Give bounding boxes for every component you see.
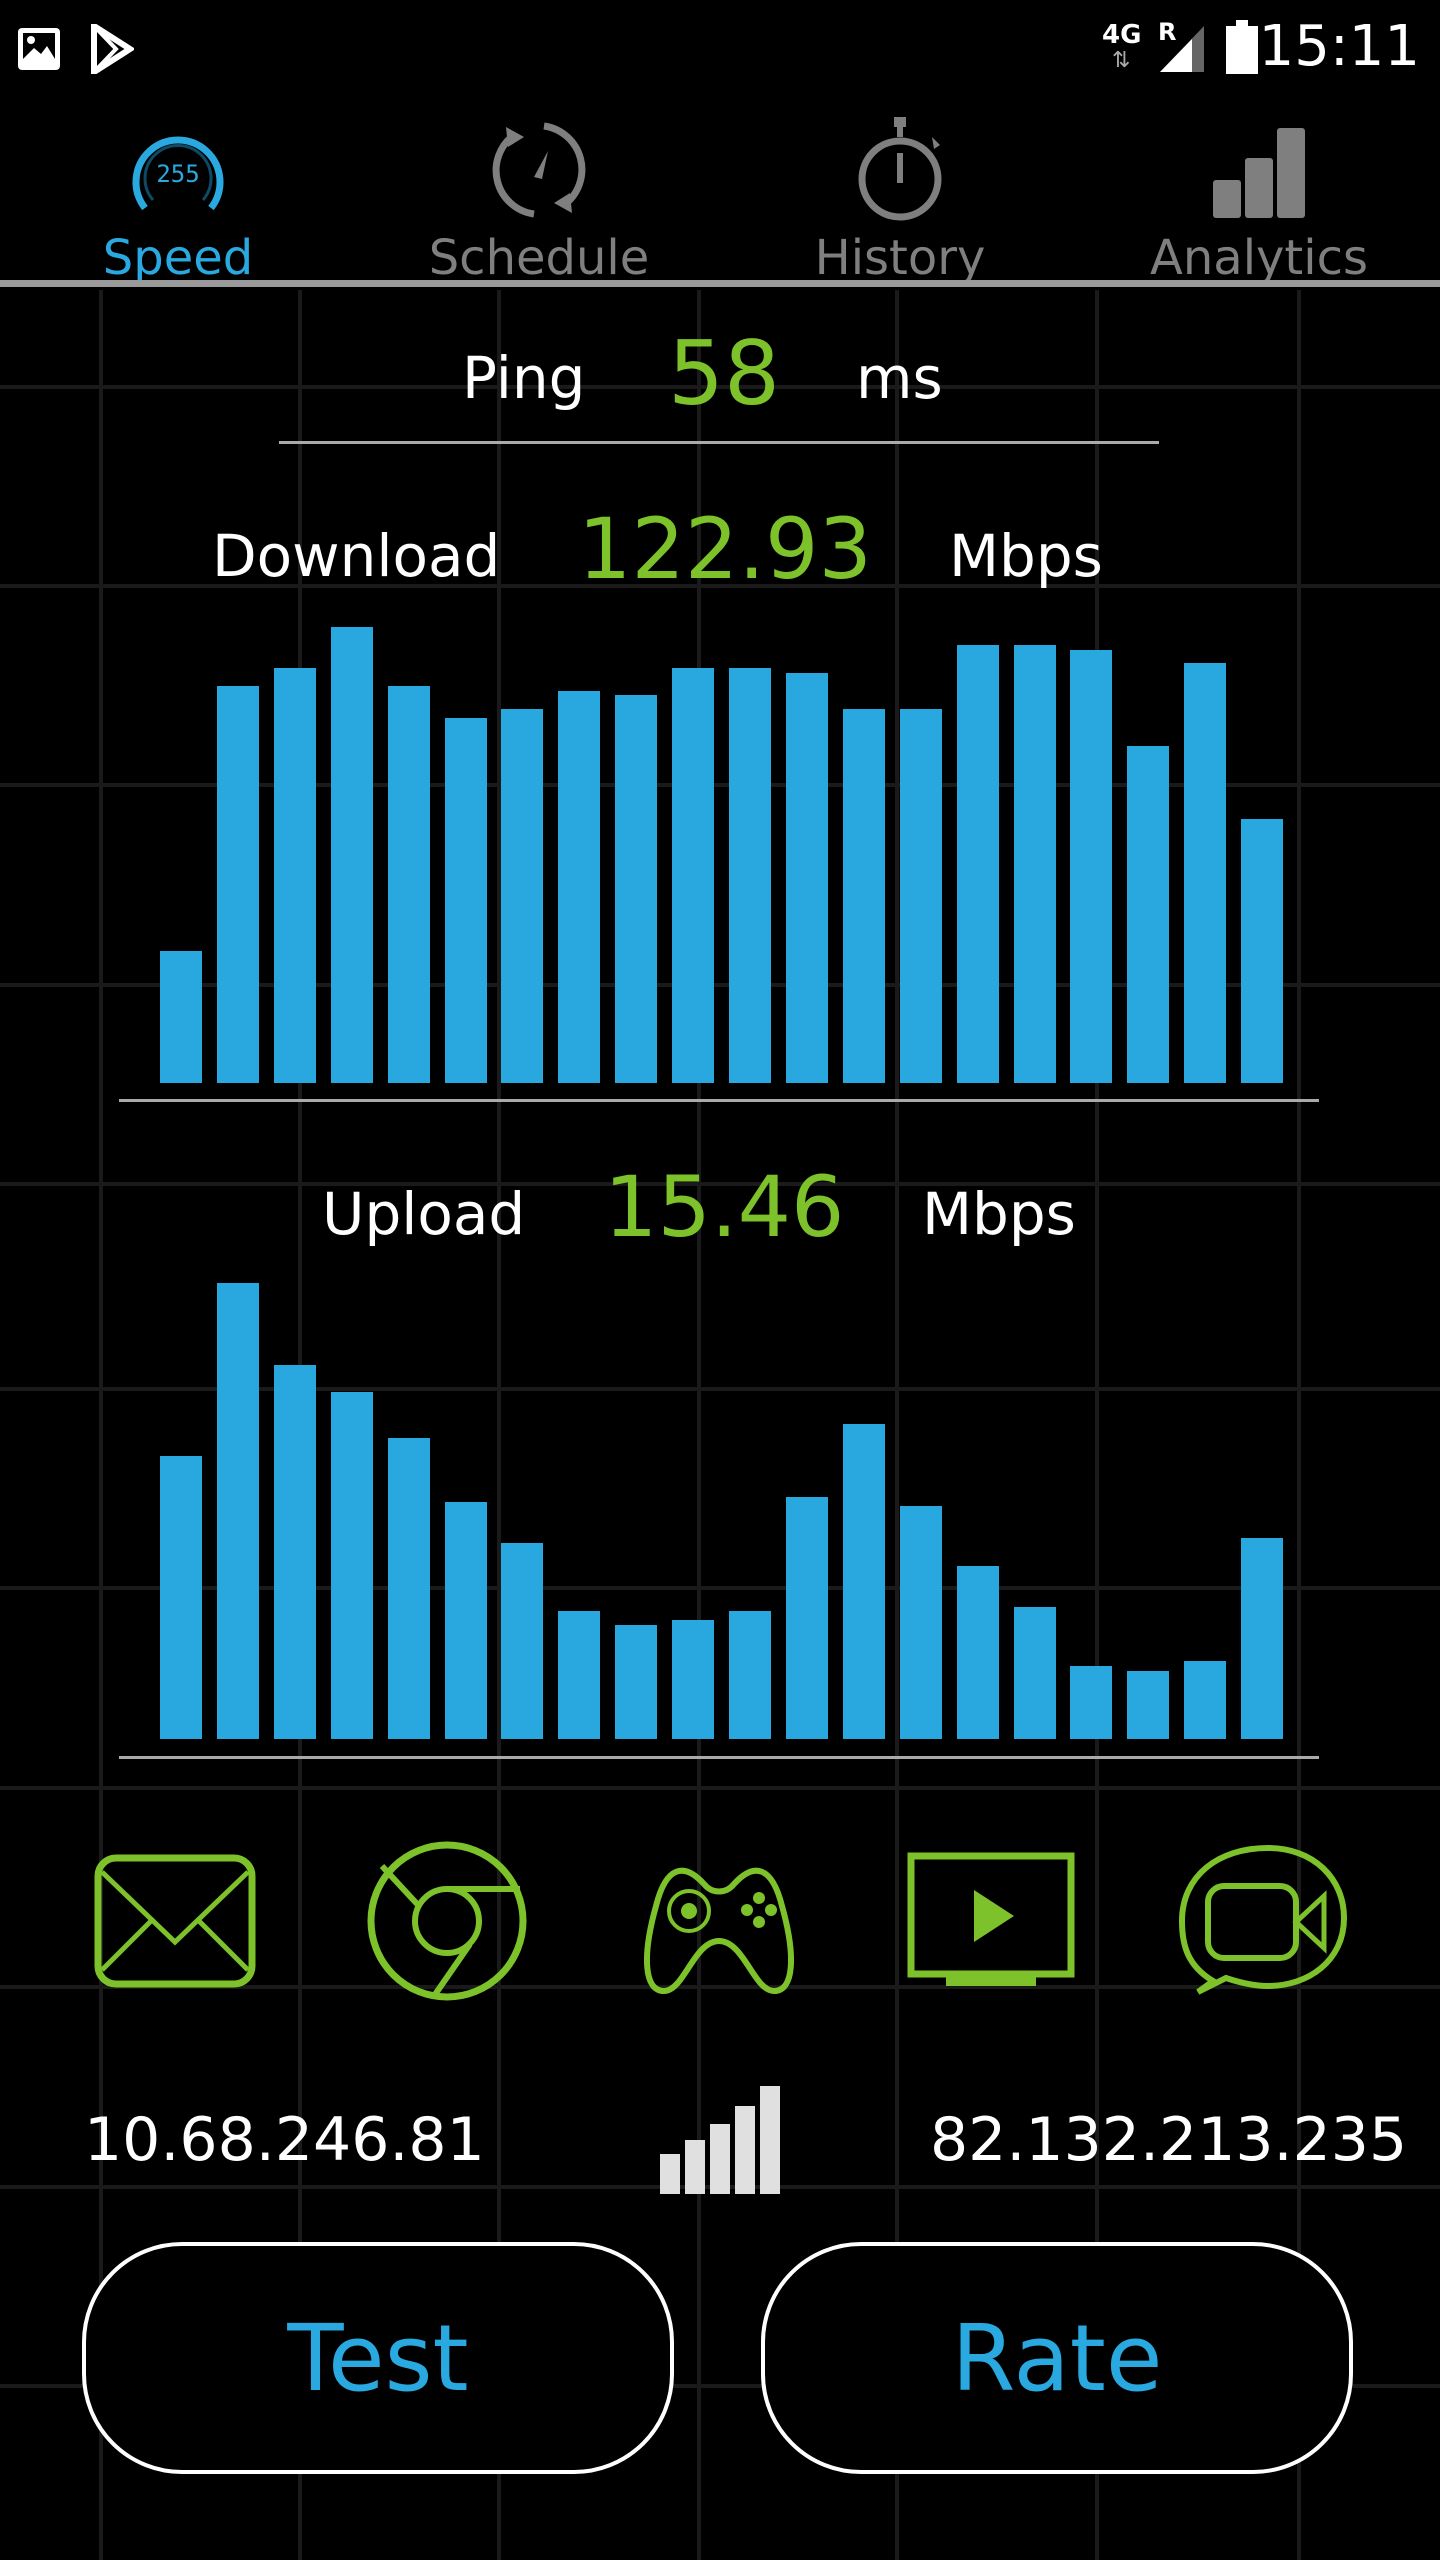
download-bar — [956, 645, 999, 1083]
stopwatch-icon — [858, 117, 942, 221]
download-bar — [1070, 649, 1113, 1083]
tab-label: Schedule — [428, 230, 650, 286]
download-bar — [785, 672, 828, 1083]
upload-bar — [615, 1625, 658, 1739]
upload-bar — [672, 1620, 715, 1739]
download-unit: Mbps — [949, 522, 1103, 590]
upload-bar — [1241, 1538, 1284, 1739]
tab-label: Analytics — [1150, 230, 1368, 286]
upload-bar — [160, 1456, 202, 1739]
network-type: 4G — [1102, 20, 1142, 50]
signal-strength-icon — [660, 2086, 780, 2194]
upload-bar — [1184, 1661, 1227, 1739]
status-bar: 4G ⇅ R 15:11 — [0, 0, 1440, 100]
ping-unit: ms — [856, 344, 943, 412]
tab-divider — [0, 280, 1440, 287]
tab-schedule[interactable]: Schedule — [389, 110, 689, 286]
upload-bar — [899, 1506, 942, 1739]
download-bar — [330, 627, 373, 1083]
grid-line — [697, 290, 701, 2560]
upload-label: Upload — [322, 1180, 526, 1248]
grid-line — [99, 290, 103, 2560]
download-bar — [160, 950, 202, 1083]
upload-bar — [501, 1542, 544, 1739]
download-bar — [273, 668, 316, 1083]
ping-divider — [279, 441, 1159, 444]
download-baseline — [119, 1099, 1319, 1102]
download-bar — [1127, 745, 1170, 1083]
email-icon — [94, 1854, 256, 1988]
grid-line — [895, 290, 899, 2560]
local-ip: 10.68.246.81 — [84, 2105, 485, 2175]
browser-icon — [367, 1841, 527, 2001]
grid-line — [497, 290, 501, 2560]
download-bar — [672, 668, 715, 1083]
play-store-icon — [91, 24, 134, 74]
download-label: Download — [212, 522, 501, 590]
tab-history[interactable]: History — [750, 110, 1050, 286]
ping-value: 58 — [668, 322, 780, 425]
upload-bar — [729, 1611, 771, 1739]
schedule-icon — [492, 122, 586, 218]
download-bar — [615, 695, 658, 1083]
svg-text:255: 255 — [156, 160, 199, 188]
download-bar — [1184, 663, 1227, 1083]
battery-icon — [1226, 20, 1258, 74]
upload-unit: Mbps — [922, 1180, 1076, 1248]
tab-label: History — [814, 230, 986, 286]
video-chat-icon — [1178, 1844, 1348, 1995]
upload-value: 15.46 — [604, 1158, 845, 1256]
grid-line — [1297, 290, 1301, 2560]
download-bar — [1013, 645, 1056, 1083]
tab-label: Speed — [102, 230, 254, 286]
tab-speed[interactable]: 255 Speed — [28, 110, 328, 286]
upload-bar — [956, 1565, 999, 1739]
download-bar — [501, 709, 544, 1083]
upload-bar — [842, 1424, 885, 1739]
upload-baseline — [119, 1756, 1319, 1759]
external-ip: 82.132.213.235 — [930, 2105, 1408, 2175]
download-bar — [558, 690, 601, 1083]
image-icon — [18, 28, 60, 70]
upload-bar — [273, 1365, 316, 1739]
download-row: Download 122.93 Mbps — [0, 500, 1440, 600]
gamepad-icon — [644, 1867, 794, 1995]
download-value: 122.93 — [578, 500, 872, 598]
download-bar — [216, 686, 259, 1083]
download-bar — [1241, 818, 1284, 1083]
upload-bar — [558, 1611, 601, 1739]
upload-bar — [444, 1501, 487, 1739]
upload-bar — [1127, 1670, 1170, 1739]
grid-line — [0, 1786, 1440, 1790]
download-bar — [899, 709, 942, 1083]
signal-icon — [1160, 26, 1204, 72]
upload-bar — [1013, 1606, 1056, 1739]
download-bar — [444, 718, 487, 1083]
upload-bar — [785, 1497, 828, 1739]
video-play-icon — [907, 1852, 1075, 1986]
rate-button[interactable]: Rate — [761, 2242, 1353, 2474]
upload-bar — [330, 1392, 373, 1739]
upload-bar — [1070, 1666, 1113, 1739]
speedometer-icon: 255 — [132, 136, 224, 211]
ping-row: Ping 58 ms — [0, 322, 1440, 425]
upload-bar — [216, 1283, 259, 1739]
download-bar — [842, 709, 885, 1083]
ping-label: Ping — [462, 344, 586, 412]
upload-row: Upload 15.46 Mbps — [0, 1158, 1440, 1258]
data-activity-icon: ⇅ — [1112, 48, 1131, 73]
download-bar — [387, 686, 430, 1083]
upload-bar — [387, 1438, 430, 1739]
test-button[interactable]: Test — [82, 2242, 674, 2474]
grid-line — [1095, 290, 1099, 2560]
tab-analytics[interactable]: Analytics — [1109, 110, 1409, 286]
download-bar — [729, 668, 771, 1083]
clock: 15:11 — [1258, 14, 1420, 79]
bar-chart-icon — [1213, 128, 1305, 218]
